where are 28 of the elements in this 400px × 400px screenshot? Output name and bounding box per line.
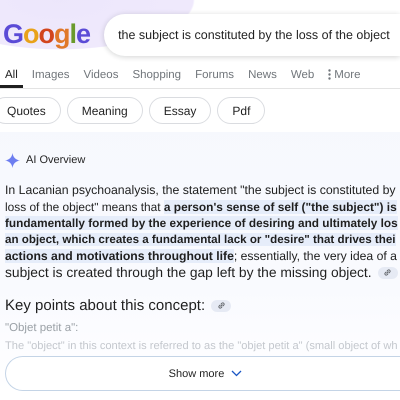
paragraph-line: subject is created through the gap left by the missing object. bbox=[5, 264, 372, 281]
link-icon[interactable] bbox=[211, 300, 232, 312]
filter-chip[interactable]: Pdf bbox=[217, 97, 266, 124]
tab[interactable]: Images bbox=[26, 64, 74, 88]
tab[interactable]: News bbox=[243, 64, 282, 88]
point-title: "Objet petit a": bbox=[5, 322, 80, 334]
logo[interactable]: Google bbox=[3, 18, 90, 50]
tab[interactable]: Forums bbox=[190, 64, 240, 88]
paragraph-line: loss of the object" means that a person's sense of self ("the subject") is bbox=[5, 198, 397, 215]
tab[interactable]: Web bbox=[286, 64, 320, 88]
chevron-down-icon bbox=[231, 370, 242, 377]
section-title: AI Overview bbox=[26, 154, 86, 166]
filter-chip[interactable]: Essay bbox=[148, 97, 212, 124]
tab-label[interactable]: More bbox=[334, 68, 360, 80]
paragraph-line: In Lacanian psychoanalysis, the statement "the subject is constituted by bbox=[5, 182, 396, 198]
section-heading: Key points about this concept: bbox=[5, 297, 206, 314]
tab[interactable]: All bbox=[0, 64, 23, 88]
more-icon bbox=[328, 69, 332, 80]
filter-chip[interactable]: Meaning bbox=[66, 97, 143, 124]
faded-text: The "object" in this context is referred to as the "objet petit a" (small object of wh bbox=[5, 340, 398, 352]
tab[interactable]: Shopping bbox=[127, 64, 186, 88]
sparkle-icon bbox=[5, 152, 20, 168]
link-icon[interactable] bbox=[378, 266, 398, 279]
tab[interactable]: Videos bbox=[78, 64, 124, 88]
paragraph-line: actions and motivations throughout life; essentially, the very idea of a bbox=[5, 248, 397, 264]
filter-chip[interactable]: Quotes bbox=[0, 97, 61, 124]
show-more-button[interactable]: Show more bbox=[5, 356, 400, 391]
search-field[interactable]: the subject is constituted by the loss of the object bbox=[104, 14, 400, 56]
